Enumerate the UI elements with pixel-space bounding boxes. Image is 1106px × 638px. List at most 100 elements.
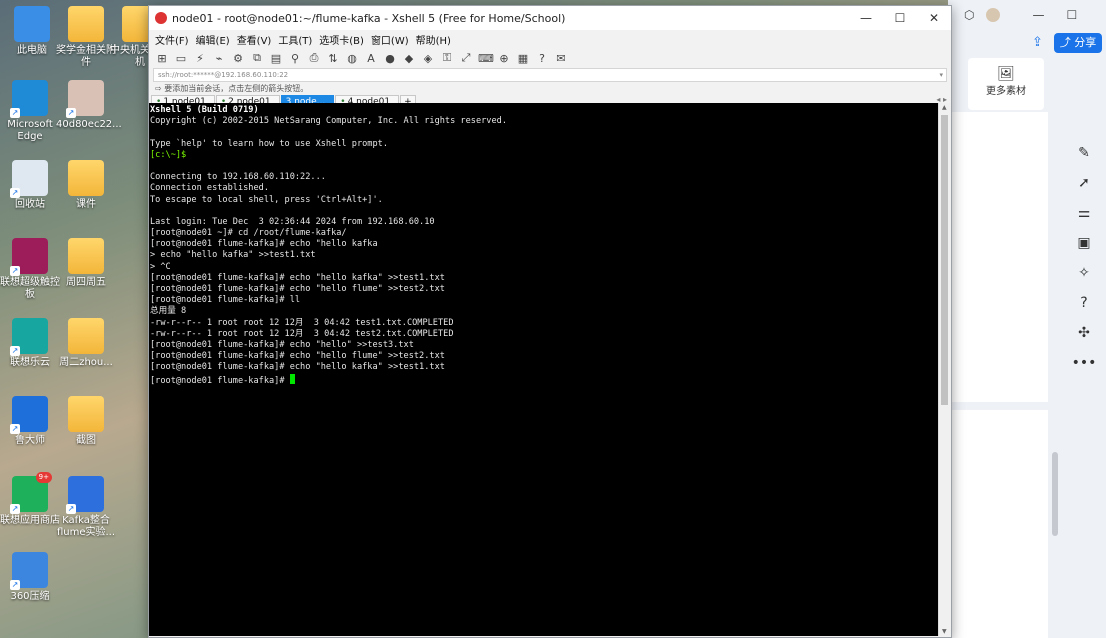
desktop-icon[interactable]: ↗ 40d80ec22... xyxy=(56,80,122,131)
desktop-icon[interactable]: 周二zhou... xyxy=(56,318,116,369)
desktop-icon[interactable]: ↗ 联想超级触控板 xyxy=(0,238,60,301)
paste-icon[interactable]: ▤ xyxy=(269,52,283,65)
desktop-icon[interactable]: ↗ 9+ 联想应用商店 xyxy=(0,472,60,527)
fullscreen-icon[interactable]: ⤢ xyxy=(459,51,473,65)
notification-badge: 9+ xyxy=(35,472,52,483)
help-icon[interactable]: ? xyxy=(535,52,549,65)
arrow-icon[interactable]: ⇨ xyxy=(155,84,162,93)
app-icon: ↗ 9+ xyxy=(10,472,52,514)
print-icon[interactable]: ⎙ xyxy=(307,51,321,65)
more-icon[interactable]: ••• xyxy=(1072,355,1097,371)
shortcut-arrow-icon: ↗ xyxy=(10,424,20,434)
menu-item[interactable]: 选项卡(B) xyxy=(319,32,364,47)
close-button[interactable]: ✕ xyxy=(917,11,951,25)
app-icon: ↗ xyxy=(10,80,48,118)
maximize-icon[interactable]: ☐ xyxy=(1066,8,1077,22)
font-icon[interactable]: A xyxy=(364,52,378,65)
shortcut-arrow-icon: ↗ xyxy=(10,188,20,198)
right-app-titlebar: ⬡ — ☐ xyxy=(948,0,1106,30)
material-icon: 🖼 xyxy=(997,66,1015,82)
puzzle-icon[interactable]: ✣ xyxy=(1078,325,1090,341)
side-toolbar: ✎ ➚ ⚌ ▣ ✧ ? ✣ ••• xyxy=(1066,145,1102,371)
minimize-button[interactable]: — xyxy=(849,11,883,25)
desktop-icon-label: Microsoft Edge xyxy=(7,119,53,142)
desktop-icon[interactable]: 奖学金相关附件 xyxy=(56,6,116,69)
maximize-button[interactable]: ☐ xyxy=(883,11,917,25)
terminal-line: Last login: Tue Dec 3 02:36:44 2024 from… xyxy=(150,216,435,227)
menu-item[interactable]: 工具(T) xyxy=(278,32,312,47)
script-icon[interactable]: ◈ xyxy=(421,52,435,65)
terminal-line: [root@node01 flume-kafka]# echo "hello f… xyxy=(150,351,445,362)
folder-icon xyxy=(68,318,104,354)
desktop-icon[interactable]: ↗ 联想乐云 xyxy=(0,318,60,369)
terminal-prompt-line: [root@node01 flume-kafka]# xyxy=(150,373,938,386)
new-session-icon[interactable]: ⊞ xyxy=(155,52,169,65)
layout-icon[interactable]: ▦ xyxy=(516,52,530,65)
globe-icon[interactable]: ◍ xyxy=(345,52,359,65)
desktop-icon[interactable]: ↗ 回收站 xyxy=(0,160,60,211)
copy-icon[interactable]: ⧉ xyxy=(250,51,264,65)
keyboard-icon[interactable]: ⌨ xyxy=(478,52,494,65)
properties-icon[interactable]: ⚙ xyxy=(231,52,245,65)
desktop-icon-label: 截图 xyxy=(76,435,96,446)
minimize-icon[interactable]: — xyxy=(1032,8,1044,22)
compose-icon[interactable]: ⊕ xyxy=(497,52,511,65)
pointer-icon[interactable]: ➚ xyxy=(1078,175,1090,191)
chat-icon[interactable]: ✉ xyxy=(554,52,568,65)
color-icon[interactable]: ● xyxy=(383,52,397,65)
scroll-up-icon[interactable]: ▲ xyxy=(942,104,947,111)
document-scrollbar[interactable] xyxy=(1052,452,1058,536)
help-icon[interactable]: ? xyxy=(1080,295,1087,311)
more-material-card[interactable]: 🖼 更多素材 xyxy=(968,58,1044,110)
desktop: 此电脑 奖学金相关附件 中央机关直属机 ↗ Microsoft Edge ↗ 40d80ec… xyxy=(0,0,170,638)
lock-icon[interactable]: ⚿ xyxy=(440,51,454,65)
cloud-upload-icon[interactable]: ⇪ xyxy=(1032,35,1043,50)
terminal-scrollbar[interactable]: ▲ ▼ xyxy=(938,103,951,636)
find-icon[interactable]: ⚲ xyxy=(288,52,302,65)
desktop-icon[interactable]: ↗ 鲁大师 xyxy=(0,396,60,447)
reconnect-icon[interactable]: ⚡ xyxy=(193,52,207,65)
share-button[interactable]: ⤴ 分享 xyxy=(1054,33,1102,53)
xftp-icon[interactable]: ◆ xyxy=(402,52,416,65)
menu-item[interactable]: 编辑(E) xyxy=(196,32,230,47)
desktop-icon[interactable]: ↗ 360压缩 xyxy=(0,552,60,603)
cube-icon[interactable]: ⬡ xyxy=(964,8,974,22)
disconnect-icon[interactable]: ⌁ xyxy=(212,52,226,65)
avatar[interactable] xyxy=(986,8,1001,22)
transfer-icon[interactable]: ⇅ xyxy=(326,52,340,65)
terminal-line: Connecting to 192.168.60.110:22... xyxy=(150,172,326,183)
menu-item[interactable]: 查看(V) xyxy=(237,32,272,47)
menu-item[interactable]: 窗口(W) xyxy=(371,32,409,47)
terminal-prompt: [root@node01 flume-kafka]# xyxy=(150,375,290,386)
image-edit-icon[interactable]: ▣ xyxy=(1077,235,1090,251)
desktop-icon[interactable]: 截图 xyxy=(56,396,116,447)
desktop-icon[interactable]: ↗ Kafka整合flume实验... xyxy=(56,476,116,539)
desktop-icon[interactable]: 课件 xyxy=(56,160,116,211)
terminal-line: [root@node01 flume-kafka]# echo "hello k… xyxy=(150,362,445,373)
window-titlebar[interactable]: node01 - root@node01:~/flume-kafka - Xsh… xyxy=(149,6,951,30)
terminal-line: Connection established. xyxy=(150,183,269,194)
desktop-icon-label: 此电脑 xyxy=(17,45,47,56)
address-text: ssh://root:******@192.168.60.110:22 xyxy=(158,71,289,79)
open-folder-icon[interactable]: ▭ xyxy=(174,52,188,65)
terminal[interactable]: Xshell 5 (Build 0719) Copyright (c) 2002-… xyxy=(149,103,938,636)
magic-icon[interactable]: ✧ xyxy=(1078,265,1090,281)
address-bar[interactable]: ssh://root:******@192.168.60.110:22 ▾ xyxy=(153,68,947,82)
menu-bar: 文件(F) 编辑(E) 查看(V) 工具(T) 选项卡(B) 窗口(W) 帮助(H) xyxy=(149,30,951,48)
scrollbar-thumb[interactable] xyxy=(941,115,948,405)
dropdown-icon[interactable]: ▾ xyxy=(939,69,943,81)
desktop-icon[interactable]: 周四周五 xyxy=(56,238,116,289)
desktop-icon-label: 奖学金相关附件 xyxy=(56,45,116,68)
scroll-down-icon[interactable]: ▼ xyxy=(942,628,947,635)
window-title: node01 - root@node01:~/flume-kafka - Xsh… xyxy=(172,11,566,25)
desktop-icon[interactable]: ↗ Microsoft Edge xyxy=(0,80,60,143)
pen-icon[interactable]: ✎ xyxy=(1078,145,1090,161)
sliders-icon[interactable]: ⚌ xyxy=(1078,205,1091,221)
desktop-icon[interactable]: 此电脑 xyxy=(2,6,62,57)
xshell-logo-icon xyxy=(155,12,167,24)
menu-item[interactable]: 文件(F) xyxy=(155,32,189,47)
menu-item[interactable]: 帮助(H) xyxy=(416,32,451,47)
hint-text: 要添加当前会话，点击左侧的箭头按钮。 xyxy=(164,84,309,93)
